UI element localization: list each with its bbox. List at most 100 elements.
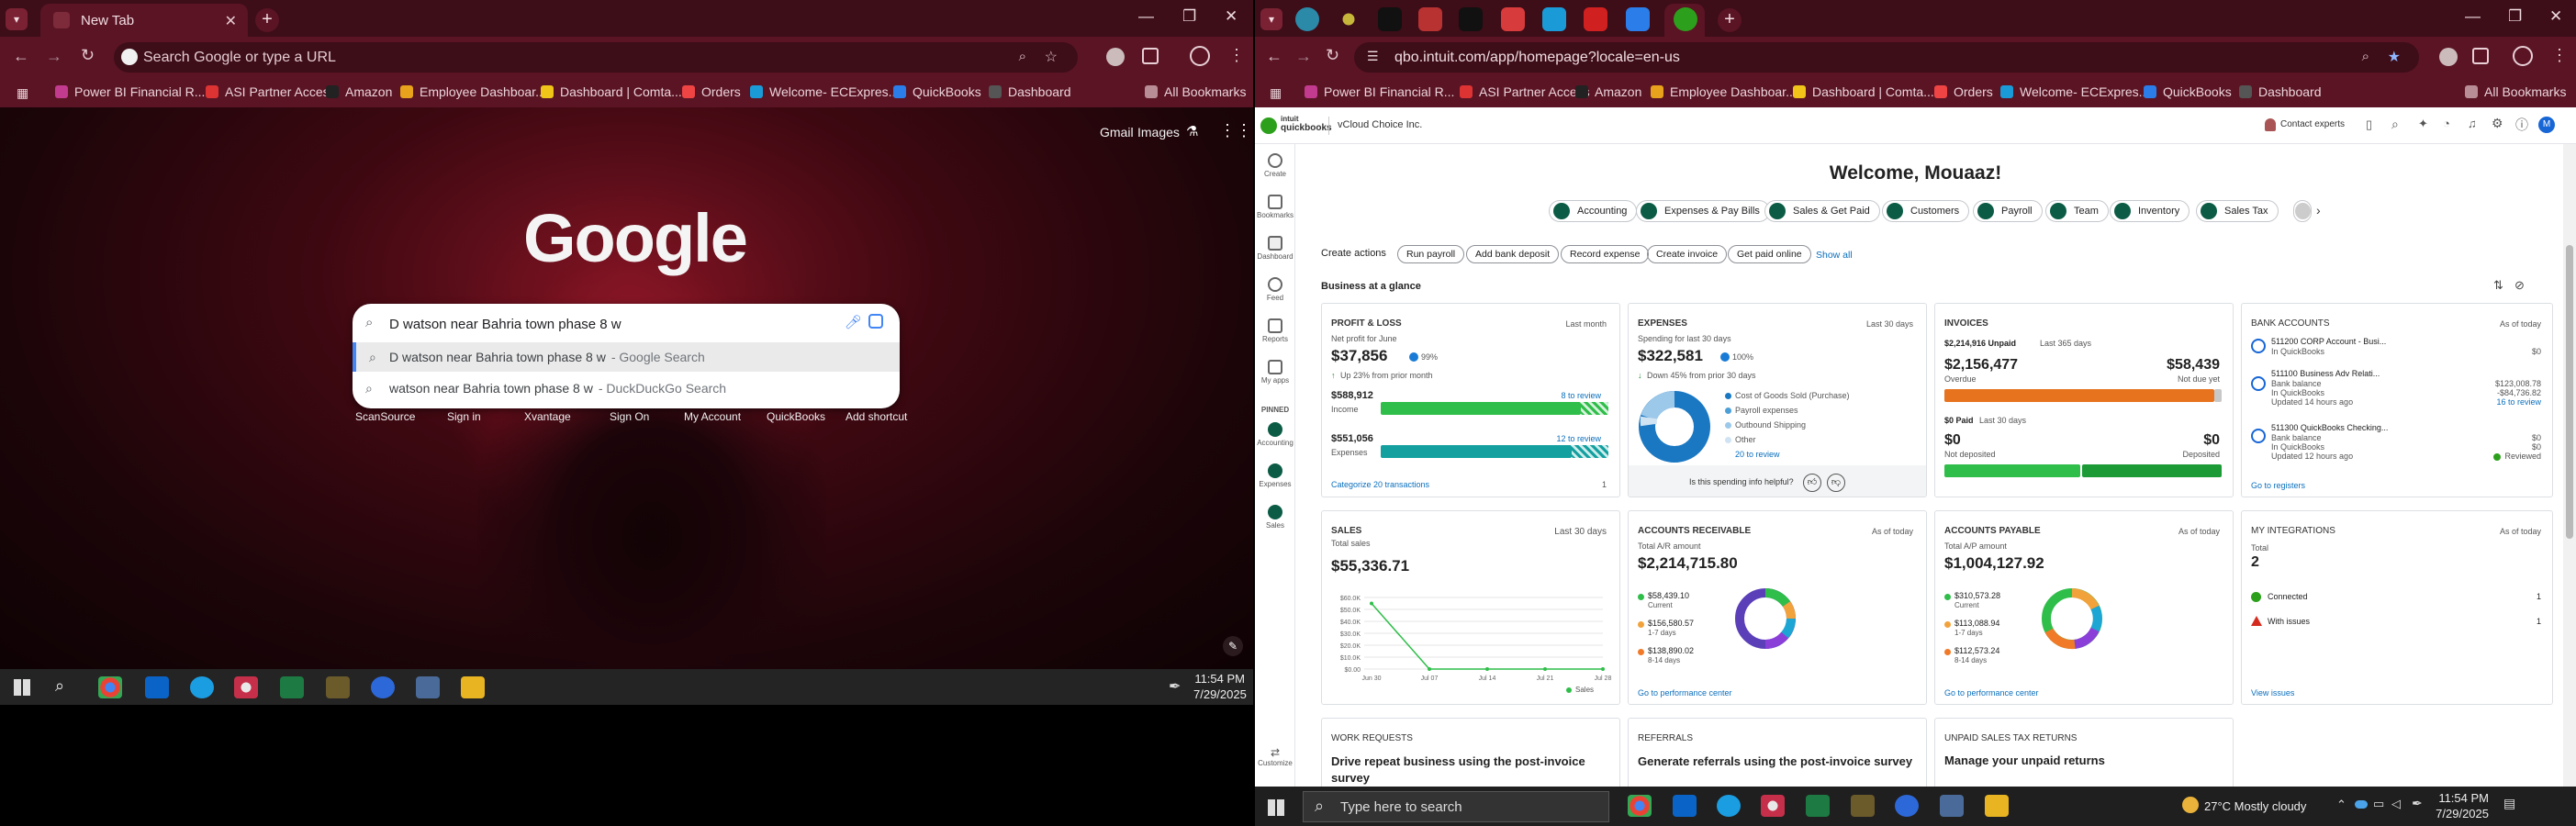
- pills-next-icon[interactable]: ›: [2316, 203, 2321, 218]
- pill-accounting[interactable]: Accounting: [1549, 200, 1638, 222]
- shortcut-tile[interactable]: My Account: [684, 410, 741, 423]
- show-all-link[interactable]: Show all: [1816, 250, 1853, 261]
- tab-search-icon[interactable]: ▾: [1260, 8, 1282, 30]
- pen-icon[interactable]: ✒: [2412, 796, 2423, 811]
- reload-icon[interactable]: ↻: [81, 46, 95, 65]
- tab-icon[interactable]: [1674, 7, 1697, 31]
- back-icon[interactable]: ←: [13, 47, 29, 66]
- close-window-icon[interactable]: ✕: [2549, 7, 2562, 26]
- run-payroll-button[interactable]: Run payroll: [1397, 245, 1465, 263]
- hide-icon[interactable]: ⊘: [2514, 278, 2525, 293]
- address-bar[interactable]: Search Google or type a URL ⌕ ☆: [114, 42, 1078, 73]
- outlook-app-icon[interactable]: [145, 676, 169, 698]
- close-tab-icon[interactable]: ✕: [225, 12, 237, 30]
- bookmark-star-icon[interactable]: ★: [2388, 48, 2401, 66]
- account-name[interactable]: 511200 CORP Account - Busi...: [2271, 337, 2386, 346]
- account-avatar-icon[interactable]: [1190, 46, 1210, 66]
- shortcut-tile[interactable]: Sign On: [610, 410, 649, 423]
- lens-search-icon[interactable]: ⌕: [1019, 49, 1026, 64]
- menu-kebab-icon[interactable]: ⋮: [2551, 46, 2568, 65]
- nav-reports[interactable]: Reports: [1255, 318, 1295, 343]
- assistant-icon[interactable]: ✦: [2418, 117, 2428, 131]
- zoom-app-icon[interactable]: [371, 676, 395, 698]
- minimize-icon[interactable]: —: [2465, 7, 2481, 26]
- review-link[interactable]: 20 to review: [1735, 450, 1780, 459]
- sort-icon[interactable]: ⇅: [2493, 278, 2503, 293]
- outlook-app-icon[interactable]: [1673, 795, 1697, 817]
- all-bookmarks[interactable]: All Bookmarks: [1145, 84, 1246, 99]
- tab-icon[interactable]: [1542, 7, 1566, 31]
- bookmark-item[interactable]: Amazon: [1575, 84, 1641, 99]
- site-info-icon[interactable]: ☰: [1367, 49, 1379, 64]
- bell-icon[interactable]: ♫: [2468, 117, 2477, 130]
- page-scrollbar[interactable]: [2563, 144, 2576, 787]
- record-expense-button[interactable]: Record expense: [1561, 245, 1650, 263]
- shortcut-tile[interactable]: ScanSource: [355, 410, 415, 423]
- image-search-icon[interactable]: [868, 314, 883, 329]
- chrome-alt-app-icon[interactable]: [1761, 795, 1785, 817]
- bookmark-item[interactable]: QuickBooks: [893, 84, 981, 99]
- pill-more[interactable]: [2293, 200, 2312, 222]
- bookmark-item[interactable]: Welcome- ECExpres...: [2000, 84, 2149, 99]
- qb-logo-icon[interactable]: [1260, 117, 1277, 134]
- back-icon[interactable]: ←: [1266, 47, 1282, 66]
- bookmark-item[interactable]: Amazon: [326, 84, 392, 99]
- windows-start-icon[interactable]: [1268, 799, 1284, 816]
- bookmark-item[interactable]: Employee Dashboar...: [400, 84, 546, 99]
- shortcut-tile[interactable]: QuickBooks: [767, 410, 825, 423]
- nav-my-apps[interactable]: My apps: [1255, 360, 1295, 385]
- period-dropdown[interactable]: Last 30 days: [1866, 319, 1913, 329]
- reload-icon[interactable]: ↻: [1326, 46, 1339, 65]
- shortcut-tile[interactable]: Sign in: [447, 410, 481, 423]
- calculator-app-icon[interactable]: [1940, 795, 1964, 817]
- categorize-link[interactable]: Categorize 20 transactions: [1331, 480, 1429, 489]
- bookmark-item[interactable]: ASI Partner Access: [1460, 84, 1590, 99]
- tab-search-icon[interactable]: ▾: [6, 8, 28, 30]
- tab-icon[interactable]: [1459, 7, 1483, 31]
- chrome-app-icon[interactable]: [98, 676, 122, 698]
- bookmark-item[interactable]: Orders: [1934, 84, 1993, 99]
- bookmark-item[interactable]: Dashboard | Comta...: [1793, 84, 1934, 99]
- bookmark-item[interactable]: ASI Partner Access: [206, 84, 336, 99]
- apps-grid-icon[interactable]: ▦: [17, 85, 28, 101]
- extensions-icon[interactable]: [2472, 48, 2489, 64]
- period-dropdown[interactable]: Last 30 days: [1554, 527, 1607, 537]
- nav-customize[interactable]: ⇄ Customize: [1255, 746, 1295, 767]
- bookmark-item[interactable]: Dashboard: [2239, 84, 2322, 99]
- contact-experts-link[interactable]: Contact experts: [2280, 119, 2345, 129]
- gmail-link[interactable]: Gmail: [1100, 125, 1134, 140]
- scrollbar-thumb[interactable]: [2566, 245, 2573, 539]
- explorer-app-icon[interactable]: [1985, 795, 2009, 817]
- zoom-app-icon[interactable]: [1895, 795, 1919, 817]
- pen-icon[interactable]: ✒: [1169, 677, 1181, 696]
- tab-icon[interactable]: [1342, 13, 1355, 26]
- minimize-icon[interactable]: —: [1138, 7, 1154, 26]
- chat-icon[interactable]: ◔: [2443, 117, 2450, 130]
- account-review-link[interactable]: 16 to review: [2496, 397, 2541, 407]
- restore-icon[interactable]: ❐: [1182, 7, 1196, 26]
- taskbar-search-icon[interactable]: ⌕: [55, 676, 64, 696]
- shortcut-tile[interactable]: Add shortcut: [846, 410, 907, 423]
- tab-icon[interactable]: [1418, 7, 1442, 31]
- ar-performance-link[interactable]: Go to performance center: [1638, 688, 1732, 698]
- bookmark-item[interactable]: Orders: [682, 84, 741, 99]
- add-bank-deposit-button[interactable]: Add bank deposit: [1466, 245, 1560, 263]
- nav-dashboard[interactable]: Dashboard: [1255, 236, 1295, 261]
- all-bookmarks[interactable]: All Bookmarks: [2465, 84, 2566, 99]
- windows-start-icon[interactable]: [14, 679, 30, 696]
- tab-new-tab[interactable]: New Tab ✕: [40, 4, 248, 37]
- suggestion-item[interactable]: ⌕ watson near Bahria town phase 8 w- Duc…: [353, 374, 900, 403]
- gear-icon[interactable]: ⚙: [2492, 116, 2503, 131]
- labs-icon[interactable]: ⚗: [1186, 123, 1198, 140]
- view-issues-link[interactable]: View issues: [2251, 688, 2294, 698]
- go-to-registers-link[interactable]: Go to registers: [2251, 481, 2305, 490]
- menu-kebab-icon[interactable]: ⋮: [1228, 46, 1245, 65]
- weather-text[interactable]: 27°C Mostly cloudy: [2204, 799, 2306, 813]
- bookmark-item[interactable]: Dashboard | Comta...: [541, 84, 682, 99]
- search-icon[interactable]: ⌕: [2391, 117, 2399, 132]
- suggestion-item[interactable]: ⌕ D watson near Bahria town phase 8 w- G…: [353, 342, 900, 372]
- tab-icon[interactable]: [1378, 7, 1402, 31]
- tab-icon[interactable]: [1295, 7, 1319, 31]
- new-tab-button[interactable]: +: [255, 8, 279, 32]
- account-name[interactable]: 511100 Business Adv Relati...: [2271, 369, 2380, 378]
